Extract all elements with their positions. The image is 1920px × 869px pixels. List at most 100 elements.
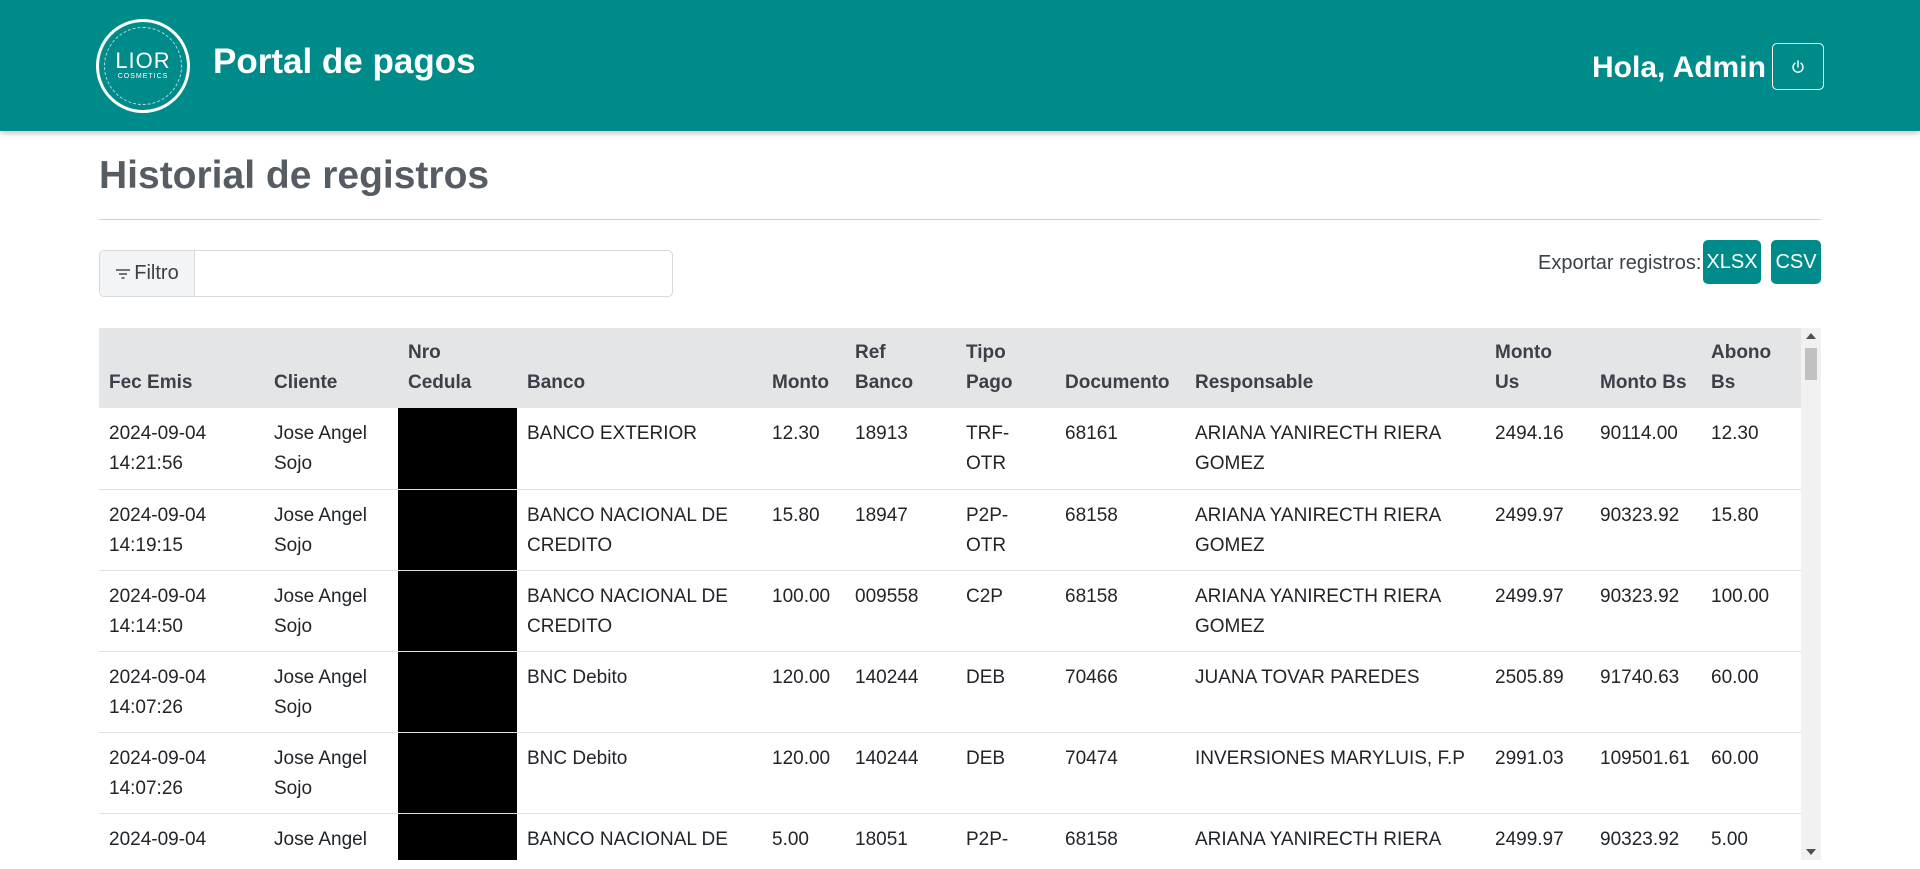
- cell-monto: 120.00: [762, 651, 845, 733]
- cell-responsable: JUANA TOVAR PAREDES: [1185, 651, 1485, 733]
- cell-monto-us: 2499.97: [1485, 489, 1590, 571]
- col-header-cliente[interactable]: Cliente: [264, 328, 398, 408]
- col-header-nro-cedula[interactable]: Nro Cedula: [398, 328, 517, 408]
- filter-label-text: Filtro: [134, 262, 179, 284]
- export-xlsx-button[interactable]: XLSX: [1703, 240, 1761, 284]
- col-header-tipo-pago[interactable]: Tipo Pago: [956, 328, 1055, 408]
- cell-monto: 5.00: [762, 813, 845, 860]
- cell-responsable: ARIANA YANIRECTH RIERA GOMEZ: [1185, 408, 1485, 490]
- table-row[interactable]: 2024-09-04 14:19:15 Jose Angel Sojo BANC…: [99, 489, 1801, 571]
- app-title: Portal de pagos: [213, 42, 476, 81]
- cell-banco: BANCO NACIONAL DE CREDITO: [517, 570, 762, 652]
- col-header-documento[interactable]: Documento: [1055, 328, 1185, 408]
- cell-nro-cedula-redacted: [398, 732, 517, 814]
- cell-monto-bs: 90323.92: [1590, 489, 1701, 571]
- title-divider: [99, 219, 1821, 220]
- cell-tipo-pago: DEB: [956, 651, 1055, 733]
- cell-abono-bs: 15.80: [1701, 489, 1801, 571]
- cell-monto-bs: 109501.61: [1590, 732, 1701, 814]
- cell-monto: 120.00: [762, 732, 845, 814]
- export-label: Exportar registros:: [1538, 252, 1702, 274]
- cell-documento: 68161: [1055, 408, 1185, 490]
- cell-tipo-pago: C2P: [956, 570, 1055, 652]
- filter-group: Filtro: [99, 250, 673, 297]
- table-row[interactable]: 2024-09-04 14:07:26 Jose Angel Sojo BNC …: [99, 651, 1801, 733]
- cell-monto-us: 2499.97: [1485, 813, 1590, 860]
- cell-tipo-pago: TRF-OTR: [956, 408, 1055, 490]
- cell-tipo-pago: DEB: [956, 732, 1055, 814]
- col-header-fec-emis[interactable]: Fec Emis: [99, 328, 264, 408]
- filter-label: Filtro: [100, 251, 195, 296]
- cell-documento: 70466: [1055, 651, 1185, 733]
- filter-input[interactable]: [195, 251, 672, 296]
- cell-fec-emis: 2024-09-04: [99, 813, 264, 860]
- records-table: Fec Emis Cliente Nro Cedula Banco Monto …: [99, 328, 1801, 860]
- cell-nro-cedula-redacted: [398, 570, 517, 652]
- cell-tipo-pago: P2P-OTR: [956, 813, 1055, 860]
- user-greeting: Hola, Admin: [1592, 51, 1766, 84]
- cell-abono-bs: 60.00: [1701, 732, 1801, 814]
- table-row[interactable]: 2024-09-04 Jose Angel BANCO NACIONAL DE …: [99, 813, 1801, 860]
- scroll-down-arrow-icon[interactable]: [1806, 849, 1816, 855]
- cell-nro-cedula-redacted: [398, 813, 517, 860]
- cell-abono-bs: 60.00: [1701, 651, 1801, 733]
- cell-monto-us: 2499.97: [1485, 570, 1590, 652]
- cell-banco: BNC Debito: [517, 732, 762, 814]
- col-header-abono-bs[interactable]: Abono Bs: [1701, 328, 1801, 408]
- col-header-monto[interactable]: Monto: [762, 328, 845, 408]
- cell-ref-banco: 18913: [845, 408, 956, 490]
- cell-documento: 68158: [1055, 570, 1185, 652]
- top-navbar: LIOR COSMETICS Portal de pagos Hola, Adm…: [0, 0, 1920, 131]
- cell-nro-cedula-redacted: [398, 489, 517, 571]
- table-scrollbar[interactable]: [1801, 328, 1821, 860]
- company-logo: LIOR COSMETICS: [96, 19, 190, 113]
- cell-ref-banco: 140244: [845, 651, 956, 733]
- col-header-responsable[interactable]: Responsable: [1185, 328, 1485, 408]
- scroll-up-arrow-icon[interactable]: [1806, 333, 1816, 339]
- cell-ref-banco: 009558: [845, 570, 956, 652]
- col-header-ref-banco[interactable]: Ref Banco: [845, 328, 956, 408]
- cell-responsable: ARIANA YANIRECTH RIERA: [1185, 813, 1485, 860]
- cell-cliente: Jose Angel Sojo: [264, 570, 398, 652]
- col-header-monto-us[interactable]: Monto Us: [1485, 328, 1590, 408]
- export-csv-button[interactable]: CSV: [1771, 240, 1821, 284]
- table-row[interactable]: 2024-09-04 14:14:50 Jose Angel Sojo BANC…: [99, 570, 1801, 652]
- cell-ref-banco: 18947: [845, 489, 956, 571]
- cell-banco: BNC Debito: [517, 651, 762, 733]
- cell-cliente: Jose Angel Sojo: [264, 408, 398, 490]
- logout-button[interactable]: [1772, 43, 1824, 90]
- table-row[interactable]: 2024-09-04 14:21:56 Jose Angel Sojo BANC…: [99, 408, 1801, 490]
- cell-monto-bs: 90323.92: [1590, 813, 1701, 860]
- cell-monto: 12.30: [762, 408, 845, 490]
- cell-documento: 70474: [1055, 732, 1185, 814]
- cell-banco: BANCO NACIONAL DE CREDITO: [517, 489, 762, 571]
- cell-nro-cedula-redacted: [398, 651, 517, 733]
- cell-cliente: Jose Angel Sojo: [264, 489, 398, 571]
- table-header-row: Fec Emis Cliente Nro Cedula Banco Monto …: [99, 328, 1801, 408]
- cell-fec-emis: 2024-09-04 14:07:26: [99, 732, 264, 814]
- cell-tipo-pago: P2P-OTR: [956, 489, 1055, 571]
- col-header-banco[interactable]: Banco: [517, 328, 762, 408]
- cell-fec-emis: 2024-09-04 14:21:56: [99, 408, 264, 490]
- cell-documento: 68158: [1055, 813, 1185, 860]
- col-header-monto-bs[interactable]: Monto Bs: [1590, 328, 1701, 408]
- cell-monto-us: 2991.03: [1485, 732, 1590, 814]
- cell-responsable: ARIANA YANIRECTH RIERA GOMEZ: [1185, 489, 1485, 571]
- records-table-container: Fec Emis Cliente Nro Cedula Banco Monto …: [99, 328, 1821, 860]
- cell-fec-emis: 2024-09-04 14:14:50: [99, 570, 264, 652]
- cell-monto-us: 2505.89: [1485, 651, 1590, 733]
- page-title: Historial de registros: [99, 154, 490, 197]
- cell-monto-bs: 91740.63: [1590, 651, 1701, 733]
- cell-banco: BANCO NACIONAL DE: [517, 813, 762, 860]
- cell-fec-emis: 2024-09-04 14:19:15: [99, 489, 264, 571]
- table-row[interactable]: 2024-09-04 14:07:26 Jose Angel Sojo BNC …: [99, 732, 1801, 814]
- cell-abono-bs: 12.30: [1701, 408, 1801, 490]
- cell-fec-emis: 2024-09-04 14:07:26: [99, 651, 264, 733]
- cell-documento: 68158: [1055, 489, 1185, 571]
- cell-cliente: Jose Angel Sojo: [264, 651, 398, 733]
- cell-monto-bs: 90323.92: [1590, 570, 1701, 652]
- cell-monto: 100.00: [762, 570, 845, 652]
- scroll-thumb[interactable]: [1805, 348, 1817, 380]
- cell-cliente: Jose Angel Sojo: [264, 732, 398, 814]
- cell-banco: BANCO EXTERIOR: [517, 408, 762, 490]
